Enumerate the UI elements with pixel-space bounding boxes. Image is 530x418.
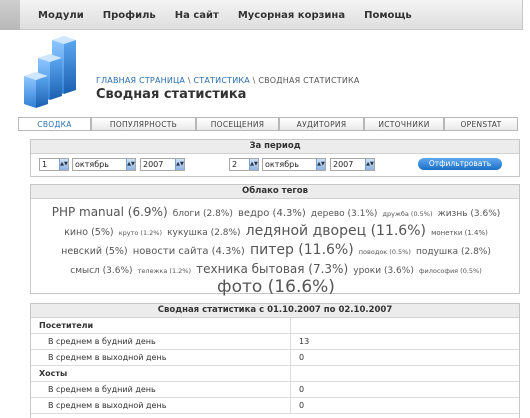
tab-visits[interactable]: ПОСЕЩЕНИЯ xyxy=(196,117,279,131)
tag-link[interactable]: PHP manual (6.9%) xyxy=(52,205,168,219)
from-year-select[interactable]: 2007 ▲▼ xyxy=(140,158,185,171)
tag-link[interactable]: философия (0.5%) xyxy=(419,267,482,275)
to-day-select[interactable]: 2 ▲▼ xyxy=(229,158,259,171)
metric-value: 0 xyxy=(299,353,305,362)
top-nav-bar: Модули Профиль На сайт Мусорная корзина … xyxy=(0,0,530,30)
tag-link[interactable]: тележка (1.2%) xyxy=(138,267,191,275)
summary-table: Посетители В среднем в будний день 13 В сре… xyxy=(31,318,519,414)
tag-link[interactable]: жизнь (3.6%) xyxy=(438,209,501,219)
tag-link[interactable]: фото (16.6%) xyxy=(217,277,335,297)
to-year-value: 2007 xyxy=(333,160,354,169)
to-month-value: октябрь xyxy=(265,160,299,169)
breadcrumb-separator: \ xyxy=(185,76,194,85)
bar-chart-cubes-logo xyxy=(24,36,76,108)
filter-button[interactable]: Отфильтровать xyxy=(418,158,502,170)
breadcrumb-stats-link[interactable]: СТАТИСТИКА xyxy=(194,76,250,85)
tab-summary[interactable]: СВОДКА xyxy=(18,117,91,131)
table-row: В среднем в будний день 0 xyxy=(31,382,519,398)
spinner-arrows-icon[interactable]: ▲▼ xyxy=(249,159,258,170)
period-panel: За период 1 ▲▼ октябрь ▲▼ 2007 ▲▼ 2 ▲▼ о… xyxy=(30,139,520,177)
to-year-select[interactable]: 2007 ▲▼ xyxy=(330,158,375,171)
metric-label: В среднем в выходной день xyxy=(31,398,291,413)
spinner-arrows-icon[interactable]: ▲▼ xyxy=(175,159,184,170)
tag-link[interactable]: подушка (2.8%) xyxy=(416,247,491,257)
group-label: Посетители xyxy=(31,318,291,333)
spinner-arrows-icon[interactable]: ▲▼ xyxy=(59,159,68,170)
tag-link[interactable]: поводок (0.5%) xyxy=(359,248,411,256)
tab-audience[interactable]: АУДИТОРИЯ xyxy=(279,117,364,131)
tag-link[interactable]: невский (5%) xyxy=(61,246,127,257)
tag-cloud-heading: Облако тегов xyxy=(31,185,519,199)
breadcrumb-current: СВОДНАЯ СТАТИСТИКА xyxy=(258,76,360,85)
tag-link[interactable]: дерево (3.1%) xyxy=(311,209,378,219)
tab-sources[interactable]: ИСТОЧНИКИ xyxy=(364,117,444,131)
from-day-value: 1 xyxy=(42,160,48,169)
tag-link[interactable]: уроки (3.6%) xyxy=(353,266,414,276)
table-row: В среднем в выходной день 0 xyxy=(31,398,519,414)
table-row: Хосты xyxy=(31,366,519,382)
spinner-arrows-icon[interactable]: ▲▼ xyxy=(126,159,135,170)
period-filter-row: 1 ▲▼ октябрь ▲▼ 2007 ▲▼ 2 ▲▼ октябрь ▲▼ … xyxy=(39,158,517,172)
main-menu: Модули Профиль На сайт Мусорная корзина … xyxy=(38,10,431,21)
to-day-value: 2 xyxy=(232,160,238,169)
metric-label: В среднем в будний день xyxy=(31,334,291,349)
stats-tabs: СВОДКА ПОПУЛЯРНОСТЬ ПОСЕЩЕНИЯ АУДИТОРИЯ … xyxy=(18,117,518,131)
metric-value: 0 xyxy=(299,401,305,410)
tag-link[interactable]: техника бытовая (7.3%) xyxy=(196,262,348,276)
tag-cloud-panel: Облако тегов PHP manual (6.9%) блоги (2.… xyxy=(30,184,520,297)
page-title: Сводная статистика xyxy=(96,87,247,102)
metric-value: 0 xyxy=(299,385,305,394)
summary-panel: Сводная статистика с 01.10.2007 по 02.10… xyxy=(30,303,520,418)
from-month-value: октябрь xyxy=(75,160,109,169)
tag-link[interactable]: ведро (4.3%) xyxy=(238,208,306,219)
metric-label: В среднем в выходной день xyxy=(31,350,291,365)
menu-item-trash[interactable]: Мусорная корзина xyxy=(238,10,345,21)
metric-value: 13 xyxy=(299,337,310,346)
from-month-select[interactable]: октябрь ▲▼ xyxy=(72,158,136,171)
menu-item-help[interactable]: Помощь xyxy=(364,10,412,21)
tag-link[interactable]: кино (5%) xyxy=(64,227,113,238)
from-year-value: 2007 xyxy=(143,160,164,169)
from-day-select[interactable]: 1 ▲▼ xyxy=(39,158,69,171)
tag-link[interactable]: монетки (1.4%) xyxy=(431,229,488,237)
table-row: Посетители xyxy=(31,318,519,334)
table-row: В среднем в выходной день 0 xyxy=(31,350,519,366)
tag-link[interactable]: кукушка (2.8%) xyxy=(167,228,240,238)
tag-link[interactable]: ледяной дворец (11.6%) xyxy=(246,223,426,239)
breadcrumb-home-link[interactable]: ГЛАВНАЯ СТРАНИЦА xyxy=(96,76,185,85)
tag-cloud: PHP manual (6.9%) блоги (2.8%) ведро (4.… xyxy=(35,203,517,297)
nav-corner xyxy=(0,0,20,30)
spinner-arrows-icon[interactable]: ▲▼ xyxy=(316,159,325,170)
table-row: В среднем в будний день 13 xyxy=(31,334,519,350)
tag-link[interactable]: круто (1.2%) xyxy=(119,229,162,237)
menu-item-modules[interactable]: Модули xyxy=(38,10,84,21)
spinner-arrows-icon[interactable]: ▲▼ xyxy=(365,159,374,170)
tab-popularity[interactable]: ПОПУЛЯРНОСТЬ xyxy=(91,117,196,131)
tag-link[interactable]: новости сайта (4.3%) xyxy=(133,246,245,257)
summary-heading: Сводная статистика с 01.10.2007 по 02.10… xyxy=(31,304,519,318)
menu-item-profile[interactable]: Профиль xyxy=(103,10,156,21)
menu-item-site[interactable]: На сайт xyxy=(175,10,219,21)
group-label: Хосты xyxy=(31,366,291,381)
tag-link[interactable]: смысл (3.6%) xyxy=(70,266,132,276)
breadcrumb: ГЛАВНАЯ СТРАНИЦА \ СТАТИСТИКА \ СВОДНАЯ … xyxy=(96,76,360,85)
tab-openstat[interactable]: OPENSTAT xyxy=(444,117,518,131)
tab-underline xyxy=(18,130,518,131)
tag-link[interactable]: питер (11.6%) xyxy=(250,242,354,258)
tag-link[interactable]: блоги (2.8%) xyxy=(173,209,233,219)
to-month-select[interactable]: октябрь ▲▼ xyxy=(262,158,326,171)
period-heading: За период xyxy=(31,140,519,154)
metric-label: В среднем в будний день xyxy=(31,382,291,397)
tag-link[interactable]: дружба (0.5%) xyxy=(383,210,433,218)
nav-corner-right xyxy=(522,0,530,30)
